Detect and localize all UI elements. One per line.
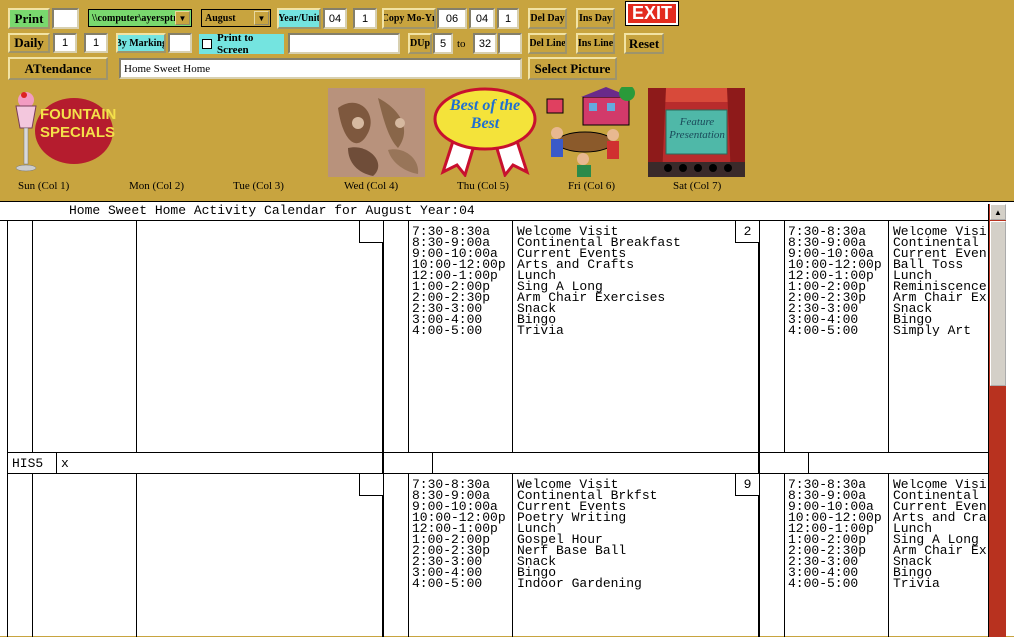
daily-from-field[interactable]: 1 — [53, 33, 77, 53]
calendar-header: Home Sweet Home Activity Calendar for Au… — [69, 203, 475, 218]
by-marking-field[interactable] — [168, 33, 192, 53]
print-screen-field[interactable] — [288, 33, 400, 54]
picture-fountain-specials[interactable]: FOUNTAIN SPECIALS — [12, 88, 116, 178]
copy-month-year-button[interactable]: Copy Mo-Yr — [382, 8, 436, 29]
picture-picnic[interactable] — [543, 85, 643, 177]
feature-presentation-text: Feature Presentation — [669, 116, 725, 141]
picture-best-of-the-best[interactable]: Best of the Best — [433, 87, 537, 179]
day-label-fri: Fri (Col 6) — [568, 180, 616, 192]
vertical-scrollbar[interactable]: ▲ — [988, 204, 1006, 637]
week2-day-a-activities[interactable]: Welcome Visit Continental Brkfst Current… — [517, 478, 657, 590]
duplicate-to-field[interactable]: 32 — [473, 33, 497, 54]
duplicate-from-field[interactable]: 5 — [433, 33, 453, 54]
unit-field[interactable]: 1 — [353, 8, 377, 29]
picture-fabric[interactable] — [328, 88, 425, 177]
year-unit-button[interactable]: Year/Unit — [277, 8, 321, 29]
print-copies-field[interactable] — [52, 8, 79, 29]
chevron-down-icon[interactable]: ▼ — [175, 11, 190, 25]
day-number-box[interactable]: 9 — [735, 474, 759, 496]
picnic-scene-icon — [546, 85, 635, 177]
week1-day-a-activities[interactable]: Welcome Visit Continental Breakfast Curr… — [517, 225, 681, 337]
printer-path-select[interactable]: \\computer\ayersptr ▼ — [88, 9, 192, 27]
year-field[interactable]: 04 — [323, 8, 347, 29]
copy-month-field[interactable]: 06 — [437, 8, 467, 29]
attendance-button[interactable]: ATtendance — [8, 57, 108, 80]
week1-day-b-times[interactable]: 7:30-8:30a 8:30-9:00a 9:00-10:00a 10:00-… — [788, 225, 882, 337]
day-label-sat: Sat (Col 7) — [673, 180, 722, 192]
insert-line-button[interactable]: Ins Line — [576, 33, 615, 54]
day-number-box[interactable] — [359, 221, 383, 243]
week1-day-b-activities[interactable]: Welcome Visi Continental Current Even Ba… — [893, 226, 988, 336]
select-picture-button[interactable]: Select Picture — [528, 57, 617, 80]
print-button[interactable]: Print — [8, 8, 50, 29]
day-label-sun: Sun (Col 1) — [18, 180, 70, 192]
delete-day-button[interactable]: Del Day — [528, 8, 567, 29]
reset-button[interactable]: Reset — [624, 33, 664, 54]
day-number-box[interactable] — [359, 474, 383, 496]
fabric-pattern-icon — [328, 88, 425, 177]
picture-feature-presentation[interactable]: Feature Presentation — [648, 88, 745, 177]
best-of-the-best-text: Best of the Best — [449, 97, 521, 132]
week2-day-b-activities[interactable]: Welcome Visi Continental Current Even Ar… — [893, 479, 988, 589]
facility-name-field[interactable]: Home Sweet Home — [119, 58, 522, 79]
duplicate-button[interactable]: DUp — [408, 33, 432, 54]
row-label[interactable]: HIS5 — [12, 457, 43, 470]
day-label-thu: Thu (Col 5) — [457, 180, 509, 192]
chevron-down-icon[interactable]: ▼ — [254, 11, 269, 25]
daily-button[interactable]: Daily — [8, 33, 50, 53]
delete-line-button[interactable]: Del Line — [528, 33, 567, 54]
copy-unit-field[interactable]: 1 — [497, 8, 519, 29]
day-label-wed: Wed (Col 4) — [344, 180, 399, 192]
fountain-specials-text: FOUNTAIN SPECIALS — [40, 106, 117, 141]
scrollbar-thumb[interactable] — [990, 221, 1006, 386]
daily-to-field[interactable]: 1 — [84, 33, 108, 53]
copy-year-field[interactable]: 04 — [469, 8, 495, 29]
scroll-up-arrow-icon[interactable]: ▲ — [990, 204, 1006, 220]
day-label-mon: Mon (Col 2) — [129, 180, 184, 192]
week1-day-a-times[interactable]: 7:30-8:30a 8:30-9:00a 9:00-10:00a 10:00-… — [412, 225, 506, 337]
print-to-screen-checkbox-group[interactable]: Print to Screen — [199, 32, 284, 56]
calendar-grid: Home Sweet Home Activity Calendar for Au… — [0, 201, 1014, 637]
print-to-screen-checkbox[interactable] — [202, 39, 212, 49]
week2-day-b-times[interactable]: 7:30-8:30a 8:30-9:00a 9:00-10:00a 10:00-… — [788, 478, 882, 590]
day-number-box[interactable]: 2 — [735, 221, 759, 243]
duplicate-extra-field[interactable] — [498, 33, 522, 54]
month-select[interactable]: August ▼ — [201, 9, 271, 27]
by-marking-button[interactable]: By Marking — [116, 33, 166, 53]
day-label-tue: Tue (Col 3) — [233, 180, 284, 192]
insert-day-button[interactable]: Ins Day — [576, 8, 615, 29]
duplicate-to-label: to — [457, 38, 466, 50]
exit-button[interactable]: EXIT — [625, 1, 679, 26]
week2-day-a-times[interactable]: 7:30-8:30a 8:30-9:00a 9:00-10:00a 10:00-… — [412, 478, 506, 590]
row-value[interactable]: x — [61, 457, 69, 470]
